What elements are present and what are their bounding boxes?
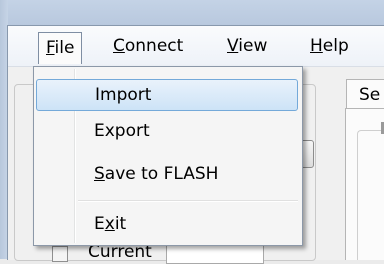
- menu-item-export-label: Export: [94, 121, 150, 141]
- window-frame: [0, 0, 384, 26]
- file-menu-dropdown: Import Export Save to FLASH Exit: [33, 66, 303, 246]
- menu-view-label: View: [227, 36, 268, 56]
- tab-inner-groupbox: [357, 130, 384, 260]
- menu-item-exit[interactable]: Exit: [36, 208, 298, 240]
- menu-item-exit-label: Exit: [94, 214, 127, 234]
- menu-item-import[interactable]: Import: [36, 79, 298, 111]
- menu-file[interactable]: File: [38, 32, 83, 64]
- tab-settings-label: Se: [359, 85, 381, 105]
- current-checkbox[interactable]: [52, 246, 68, 262]
- menu-item-import-label: Import: [95, 85, 152, 105]
- menu-item-save-to-flash-label: Save to FLASH: [94, 164, 219, 184]
- menu-item-export[interactable]: Export: [36, 115, 298, 147]
- menu-help[interactable]: Help: [310, 34, 349, 58]
- menu-item-save-to-flash[interactable]: Save to FLASH: [36, 158, 298, 190]
- menu-connect-label: Connect: [113, 36, 184, 56]
- menu-view[interactable]: View: [227, 34, 267, 58]
- menu-separator: [78, 200, 298, 202]
- menu-bar: File Connect View Help: [8, 26, 384, 67]
- menu-file-label: File: [46, 38, 75, 58]
- tab-settings[interactable]: Se: [346, 79, 384, 109]
- menu-connect[interactable]: Connect: [113, 34, 183, 58]
- menu-help-label: Help: [310, 36, 349, 56]
